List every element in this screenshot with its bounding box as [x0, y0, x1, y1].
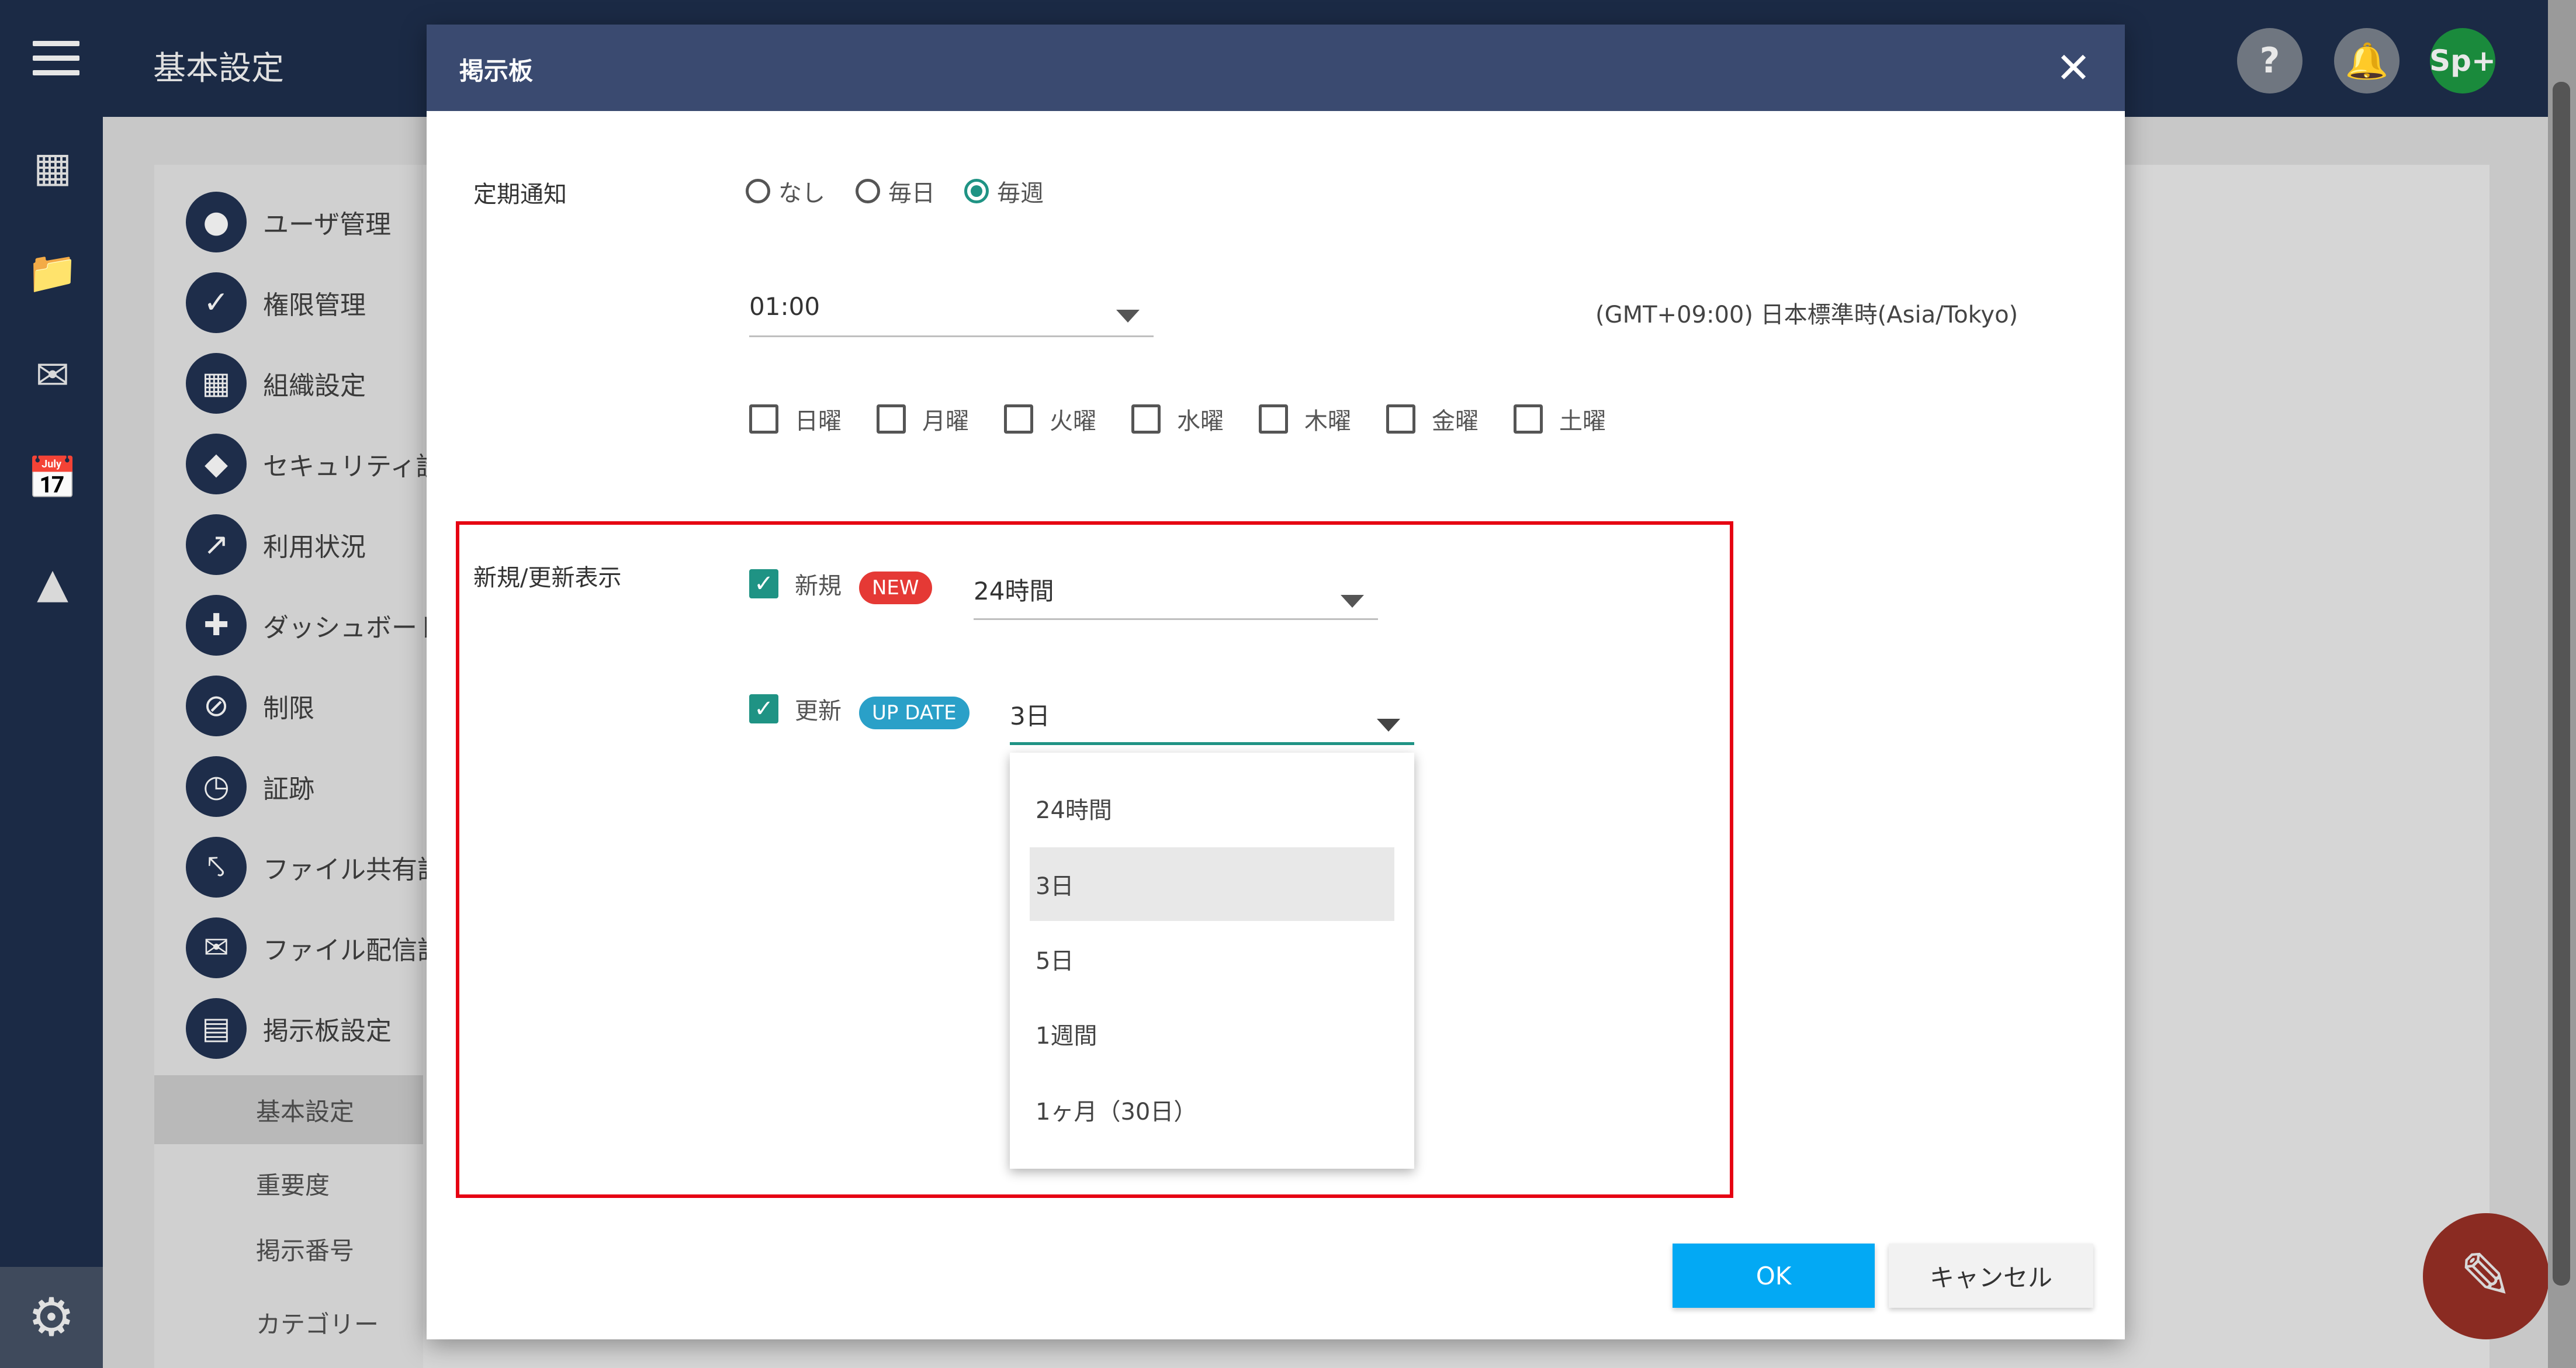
radio-circle-icon	[856, 179, 880, 203]
checkbox-icon	[1004, 404, 1033, 434]
periodic-notice-label: 定期通知	[473, 181, 567, 208]
dialog-title: 掲示板	[459, 57, 534, 85]
bell-icon[interactable]: 🔔	[2334, 28, 2400, 93]
settings-item-usage[interactable]: ↗ 利用状況	[186, 513, 366, 576]
time-select[interactable]: 01:00	[749, 290, 1154, 337]
dialog-header: 掲示板 ✕	[427, 25, 2125, 111]
stamp-icon[interactable]: ▲	[26, 556, 79, 610]
mail-icon: ✉	[186, 917, 247, 978]
checkbox-saturday[interactable]: 土曜	[1514, 402, 1606, 436]
help-icon[interactable]: ?	[2237, 28, 2303, 93]
checkbox-icon	[877, 404, 906, 434]
ok-button[interactable]: OK	[1673, 1244, 1875, 1308]
radio-daily[interactable]: 毎日	[856, 174, 935, 208]
settings-item-permissions[interactable]: ✓ 権限管理	[186, 271, 366, 334]
security-icon: ◆	[186, 434, 247, 494]
avatar[interactable]: Sp+	[2429, 28, 2496, 93]
settings-item-restriction[interactable]: ⊘ 制限	[186, 674, 314, 737]
add-widget-icon[interactable]: ▦	[26, 140, 79, 194]
shield-check-icon: ✓	[186, 272, 247, 333]
folder-icon[interactable]: 📁	[26, 245, 79, 299]
person-icon: ●	[186, 192, 247, 252]
dropdown-option-3d[interactable]: 3日	[1030, 847, 1394, 921]
dropdown-option-1w[interactable]: 1週間	[1030, 997, 1394, 1071]
checkbox-icon	[1259, 404, 1288, 434]
scrollbar-thumb[interactable]	[2553, 82, 2570, 1286]
checkbox-wednesday[interactable]: 水曜	[1131, 402, 1224, 436]
radio-weekly[interactable]: 毎週	[964, 174, 1044, 208]
radio-none[interactable]: なし	[746, 174, 825, 208]
duration-dropdown-menu: 24時間 3日 5日 1週間 1ヶ月（30日）	[1010, 753, 1414, 1169]
checkbox-icon	[1386, 404, 1415, 434]
checkbox-sunday[interactable]: 日曜	[749, 402, 842, 436]
sub-item-number[interactable]: 掲示番号	[154, 1214, 423, 1283]
dropdown-option-5d[interactable]: 5日	[1030, 922, 1394, 996]
gear-icon[interactable]: ⚙	[0, 1267, 103, 1368]
chart-icon: ↗	[186, 514, 247, 575]
clock-icon: ◷	[186, 756, 247, 817]
settings-item-file-delivery[interactable]: ✉ ファイル配信設	[186, 916, 443, 979]
checkbox-thursday[interactable]: 木曜	[1259, 402, 1351, 436]
dashboard-icon: ✚	[186, 595, 247, 656]
checkbox-friday[interactable]: 金曜	[1386, 402, 1479, 436]
dropdown-option-24h[interactable]: 24時間	[1030, 771, 1394, 845]
checkbox-icon	[749, 404, 778, 434]
building-icon: ▦	[186, 353, 247, 414]
close-icon[interactable]: ✕	[2052, 47, 2094, 89]
mail-icon[interactable]: ✉	[26, 348, 79, 402]
hamburger-menu-icon[interactable]	[33, 41, 79, 76]
settings-item-audit[interactable]: ◷ 証跡	[186, 755, 314, 818]
settings-item-dashboard[interactable]: ✚ ダッシュボード	[186, 594, 443, 657]
checkbox-monday[interactable]: 月曜	[877, 402, 969, 436]
chevron-down-icon	[1116, 310, 1140, 323]
checkbox-icon	[1514, 404, 1543, 434]
sub-item-importance[interactable]: 重要度	[154, 1149, 423, 1218]
dropdown-option-1m[interactable]: 1ヶ月（30日）	[1030, 1073, 1394, 1147]
left-rail: ▦ 📁 ✉ 📅 ▲	[0, 117, 103, 1368]
share-icon: ⤣	[186, 837, 247, 898]
radio-circle-icon	[746, 179, 770, 203]
settings-item-security[interactable]: ◆ セキュリティ設	[186, 432, 441, 496]
page-title: 基本設定	[153, 50, 284, 88]
edit-pencil-icon[interactable]: ✎	[2423, 1213, 2549, 1339]
radio-checked-icon	[964, 179, 989, 203]
settings-item-users[interactable]: ● ユーザ管理	[186, 191, 391, 254]
sub-item-category[interactable]: カテゴリー	[154, 1288, 423, 1357]
board-icon: ▤	[186, 998, 247, 1059]
timezone-text: (GMT+09:00) 日本標準時(Asia/Tokyo)	[1595, 302, 2018, 328]
checkbox-icon	[1131, 404, 1161, 434]
settings-item-organization[interactable]: ▦ 組織設定	[186, 352, 366, 415]
checkbox-tuesday[interactable]: 火曜	[1004, 402, 1096, 436]
block-icon: ⊘	[186, 676, 247, 736]
settings-item-file-share[interactable]: ⤣ ファイル共有設	[186, 836, 443, 899]
calendar-icon[interactable]: 📅	[26, 451, 79, 505]
cancel-button[interactable]: キャンセル	[1889, 1244, 2093, 1308]
sub-item-basic[interactable]: 基本設定	[154, 1075, 423, 1144]
settings-item-board[interactable]: ▤ 掲示板設定	[186, 997, 392, 1060]
